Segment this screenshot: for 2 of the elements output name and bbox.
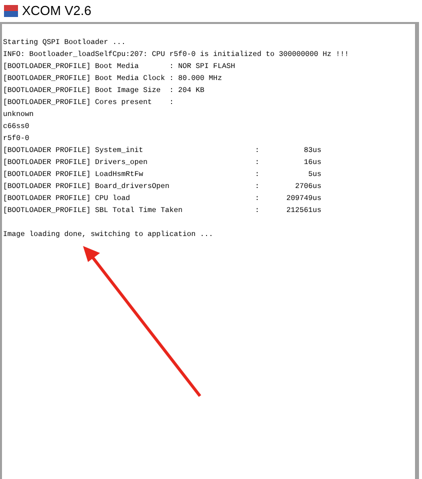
app-logo-icon — [4, 5, 18, 17]
window-title: XCOM V2.6 — [22, 2, 92, 20]
